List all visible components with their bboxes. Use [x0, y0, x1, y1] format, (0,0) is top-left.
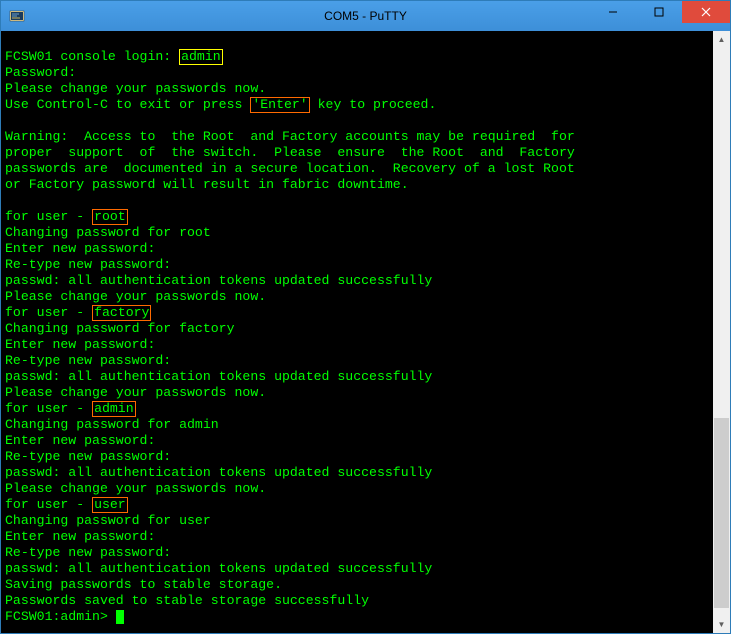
- terminal-line: Please change your passwords now.: [5, 81, 709, 97]
- app-window: COM5 - PuTTY FCSW01 console login: admin…: [0, 0, 731, 634]
- scroll-track[interactable]: [713, 48, 730, 616]
- terminal-line: Changing password for admin: [5, 417, 709, 433]
- terminal-line: for user - user: [5, 497, 709, 513]
- terminal-line: Use Control-C to exit or press 'Enter' k…: [5, 97, 709, 113]
- titlebar-left: [9, 8, 31, 24]
- highlighted-text: admin: [92, 401, 136, 417]
- terminal-body: FCSW01 console login: adminPassword:Plea…: [1, 31, 730, 633]
- scroll-up-arrow[interactable]: ▲: [713, 31, 730, 48]
- terminal-line: passwords are documented in a secure loc…: [5, 161, 709, 177]
- close-button[interactable]: [682, 1, 730, 23]
- terminal-line: or Factory password will result in fabri…: [5, 177, 709, 193]
- terminal-line: Changing password for root: [5, 225, 709, 241]
- highlighted-text: factory: [92, 305, 151, 321]
- terminal-line: [5, 33, 709, 49]
- highlighted-text: root: [92, 209, 128, 225]
- cursor: [116, 610, 124, 624]
- highlighted-text: admin: [179, 49, 223, 65]
- window-controls: [590, 1, 730, 31]
- terminal-line: passwd: all authentication tokens update…: [5, 561, 709, 577]
- terminal-line: Enter new password:: [5, 433, 709, 449]
- titlebar[interactable]: COM5 - PuTTY: [1, 1, 730, 31]
- terminal-line: proper support of the switch. Please ens…: [5, 145, 709, 161]
- terminal-line: FCSW01:admin>: [5, 609, 709, 625]
- scroll-thumb[interactable]: [714, 418, 729, 608]
- window-title: COM5 - PuTTY: [324, 9, 407, 23]
- app-icon: [9, 8, 25, 24]
- terminal-line: for user - admin: [5, 401, 709, 417]
- prompt: FCSW01:admin>: [5, 609, 116, 624]
- terminal-line: Warning: Access to the Root and Factory …: [5, 129, 709, 145]
- terminal-line: Enter new password:: [5, 241, 709, 257]
- terminal-line: passwd: all authentication tokens update…: [5, 465, 709, 481]
- terminal-line: Changing password for factory: [5, 321, 709, 337]
- terminal-line: Please change your passwords now.: [5, 289, 709, 305]
- terminal-line: passwd: all authentication tokens update…: [5, 273, 709, 289]
- terminal-content[interactable]: FCSW01 console login: adminPassword:Plea…: [1, 31, 713, 633]
- scroll-down-arrow[interactable]: ▼: [713, 616, 730, 633]
- minimize-button[interactable]: [590, 1, 636, 23]
- terminal-line: [5, 113, 709, 129]
- scrollbar[interactable]: ▲ ▼: [713, 31, 730, 633]
- terminal-line: Re-type new password:: [5, 257, 709, 273]
- terminal-line: FCSW01 console login: admin: [5, 49, 709, 65]
- terminal-line: Re-type new password:: [5, 545, 709, 561]
- terminal-line: Password:: [5, 65, 709, 81]
- terminal-line: Re-type new password:: [5, 449, 709, 465]
- terminal-line: [5, 193, 709, 209]
- terminal-line: for user - root: [5, 209, 709, 225]
- terminal-line: for user - factory: [5, 305, 709, 321]
- terminal-line: Enter new password:: [5, 337, 709, 353]
- terminal-line: Enter new password:: [5, 529, 709, 545]
- highlighted-text: user: [92, 497, 128, 513]
- terminal-line: Please change your passwords now.: [5, 385, 709, 401]
- maximize-button[interactable]: [636, 1, 682, 23]
- terminal-line: Please change your passwords now.: [5, 481, 709, 497]
- terminal-line: Saving passwords to stable storage.: [5, 577, 709, 593]
- terminal-line: Changing password for user: [5, 513, 709, 529]
- terminal-line: Passwords saved to stable storage succes…: [5, 593, 709, 609]
- terminal-line: passwd: all authentication tokens update…: [5, 369, 709, 385]
- terminal-line: Re-type new password:: [5, 353, 709, 369]
- highlighted-text: 'Enter': [250, 97, 309, 113]
